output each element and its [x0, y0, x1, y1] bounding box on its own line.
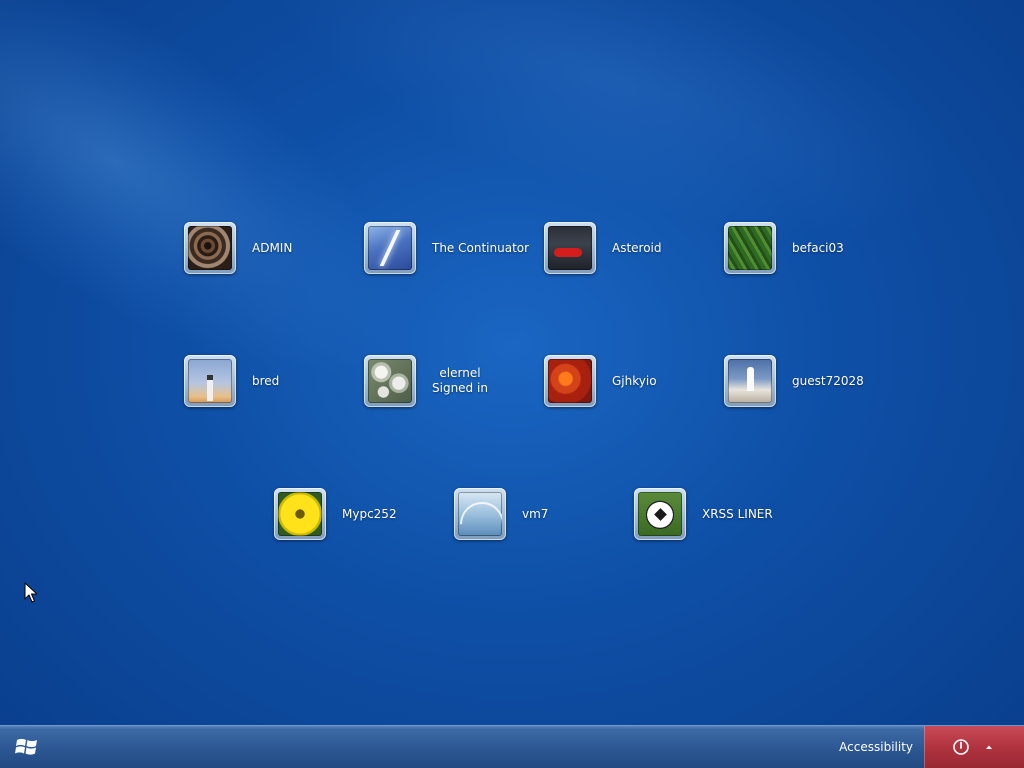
user-tile-text: elernel Signed in [432, 366, 488, 396]
yellow-flower-picture [278, 492, 322, 536]
user-name: The Continuator [432, 240, 530, 255]
taskbar: Accessibility [0, 726, 1024, 768]
user-tile-xrss-liner[interactable]: XRSS LINER [634, 486, 773, 542]
user-tile-mypc252[interactable]: Mypc252 [274, 486, 397, 542]
user-picture-frame [724, 222, 776, 274]
user-name: Asteroid [612, 240, 662, 255]
user-name: XRSS LINER [702, 506, 773, 521]
user-picture-frame [544, 222, 596, 274]
user-tile-befaci03[interactable]: befaci03 [724, 220, 844, 276]
green-leaf-picture [728, 226, 772, 270]
user-tile-text: vm7 [522, 507, 548, 522]
user-tile-vm7[interactable]: vm7 [454, 486, 548, 542]
space-shuttle-picture [728, 359, 772, 403]
lightning-picture [368, 226, 412, 270]
user-picture-frame [724, 355, 776, 407]
user-tile-text: Gjhkyio [612, 374, 657, 389]
spiral-staircase-picture [188, 226, 232, 270]
mouse-cursor-icon [24, 582, 38, 603]
user-name: Gjhkyio [612, 373, 657, 388]
user-tile-bred[interactable]: bred [184, 353, 279, 409]
orange-petals-picture [548, 359, 592, 403]
white-flowers-picture [368, 359, 412, 403]
user-picture-frame [364, 222, 416, 274]
shutdown-area [924, 726, 1024, 768]
user-picture-frame [364, 355, 416, 407]
user-name: guest72028 [792, 373, 864, 388]
user-tile-text: befaci03 [792, 241, 844, 256]
user-tile-text: XRSS LINER [702, 507, 773, 522]
user-picture-frame [454, 488, 506, 540]
user-tile-text: guest72028 [792, 374, 864, 389]
user-name: elernel [439, 366, 481, 380]
user-name: ADMIN [252, 240, 293, 255]
user-tile-asteroid[interactable]: Asteroid [544, 220, 662, 276]
soccer-ball-picture [638, 492, 682, 536]
user-status: Signed in [432, 381, 488, 395]
user-tile-gjhkyio[interactable]: Gjhkyio [544, 353, 657, 409]
user-name: vm7 [522, 506, 549, 521]
user-tile-guest72028[interactable]: guest72028 [724, 353, 864, 409]
red-car-picture [548, 226, 592, 270]
user-tile-admin[interactable]: ADMIN [184, 220, 292, 276]
user-name: befaci03 [792, 240, 844, 255]
accessibility-link[interactable]: Accessibility [839, 739, 913, 755]
user-picture-frame [634, 488, 686, 540]
lighthouse-picture [188, 359, 232, 403]
user-tile-text: ADMIN [252, 241, 292, 256]
start-button[interactable] [12, 733, 44, 761]
user-tile-text: The Continuator [432, 241, 529, 256]
power-icon[interactable] [952, 738, 970, 756]
logon-screen: ADMIN The Continuator Asteroid befaci03 [0, 0, 1024, 768]
triangle-up-icon[interactable] [982, 740, 996, 754]
user-tile-elernel[interactable]: elernel Signed in [364, 353, 488, 409]
user-tile-text: bred [252, 374, 279, 389]
user-tile-text: Asteroid [612, 241, 662, 256]
user-name: Mypc252 [342, 506, 397, 521]
user-name: bred [252, 373, 280, 388]
user-tile-text: Mypc252 [342, 507, 397, 522]
user-picture-frame [274, 488, 326, 540]
user-tile-the-continuator[interactable]: The Continuator [364, 220, 529, 276]
user-picture-frame [184, 355, 236, 407]
user-picture-frame [544, 355, 596, 407]
windows-logo-icon [15, 738, 37, 755]
user-picture-frame [184, 222, 236, 274]
architecture-arch-picture [458, 492, 502, 536]
